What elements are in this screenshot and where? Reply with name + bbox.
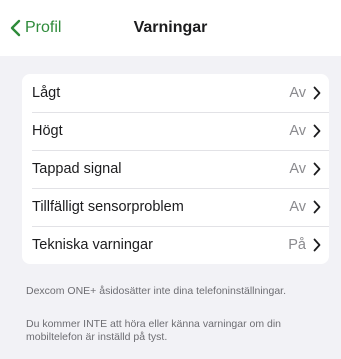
chevron-right-icon — [313, 124, 321, 138]
chevron-right-icon — [313, 86, 321, 100]
alert-row-high[interactable]: Högt Av — [22, 112, 329, 150]
alert-label: Lågt — [32, 85, 61, 101]
alert-status: Av — [289, 85, 306, 101]
alerts-list: Lågt Av Högt Av Tappad signal Av Tillfäl… — [22, 74, 329, 264]
chevron-right-icon — [313, 200, 321, 214]
alert-row-sensor-issue[interactable]: Tillfälligt sensorproblem Av — [22, 188, 329, 226]
alert-status: På — [288, 237, 306, 253]
override-note: Dexcom ONE+ åsidosätter inte dina telefo… — [26, 285, 287, 297]
alert-label: Tappad signal — [32, 161, 122, 177]
alert-row-signal-loss[interactable]: Tappad signal Av — [22, 150, 329, 188]
alert-label: Högt — [32, 123, 63, 139]
alert-status: Av — [289, 161, 306, 177]
alert-row-technical[interactable]: Tekniska varningar På — [22, 226, 329, 264]
silent-mode-note: Du kommer INTE att höra eller känna varn… — [26, 318, 282, 343]
chevron-right-icon — [313, 162, 321, 176]
alert-status: Av — [289, 199, 306, 215]
page-title: Varningar — [133, 19, 208, 36]
chevron-right-icon — [313, 238, 321, 252]
navigation-bar: Profil Varningar — [0, 0, 341, 56]
alert-label: Tekniska varningar — [32, 237, 153, 253]
alert-row-low[interactable]: Lågt Av — [22, 74, 329, 112]
alert-status: Av — [289, 123, 306, 139]
alert-label: Tillfälligt sensorproblem — [32, 199, 184, 215]
